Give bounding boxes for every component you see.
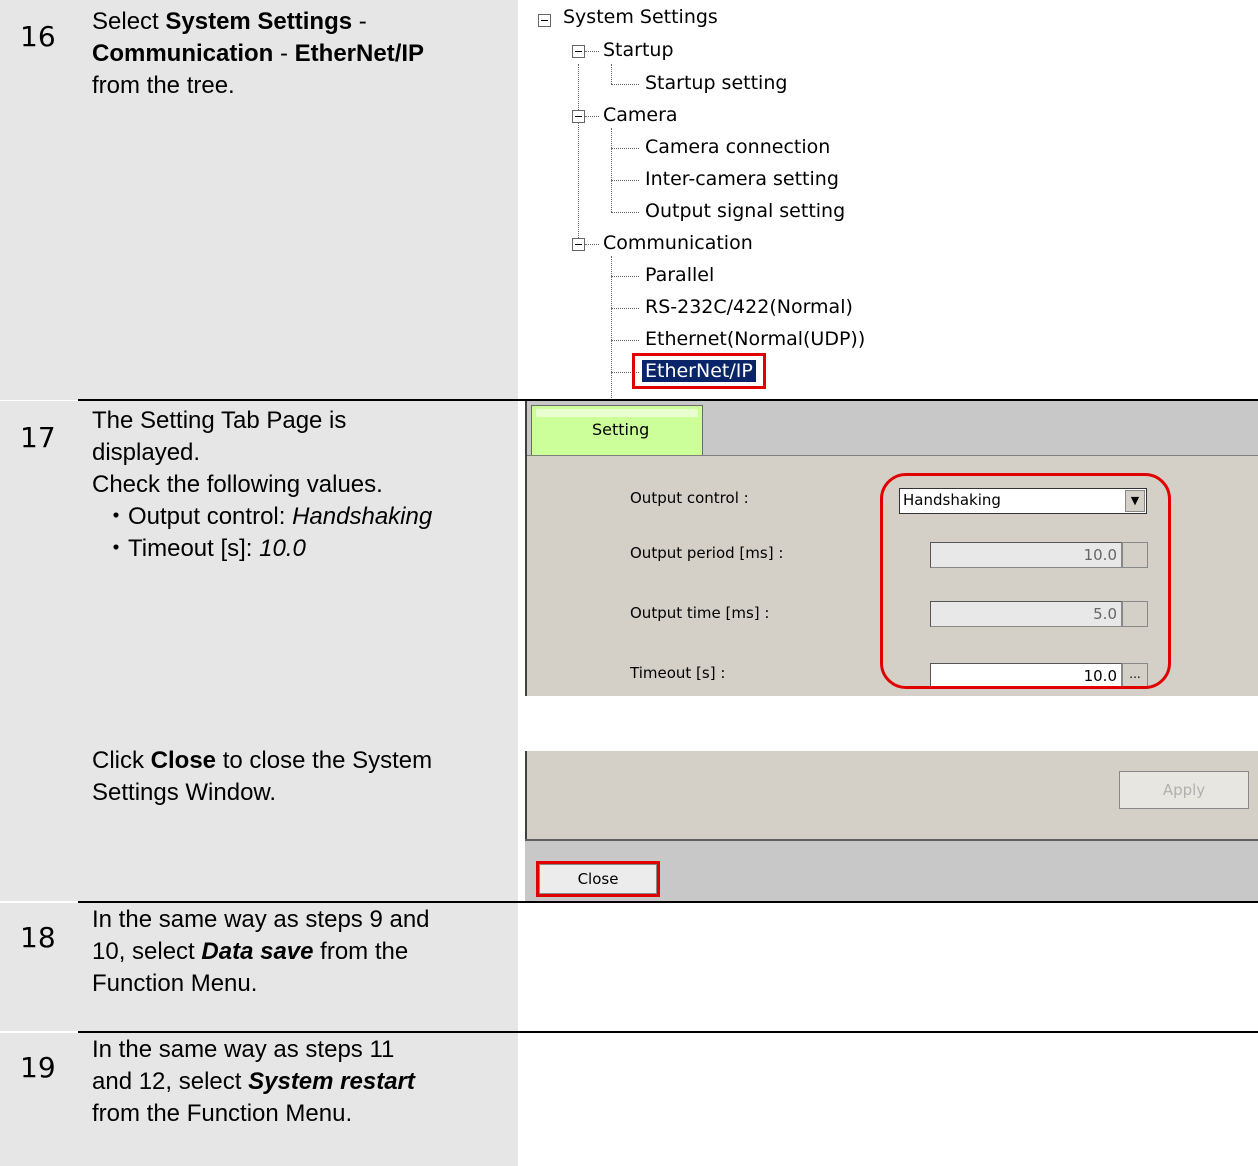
description-line: 10, select Data save from the <box>92 938 409 965</box>
highlight-frame <box>880 473 1171 689</box>
description-line: Communication - EtherNet/IP <box>92 40 425 67</box>
step-number: 18 <box>20 921 56 954</box>
description-line: The Setting Tab Page is <box>92 407 347 434</box>
setting-window: Setting Output control : Handshaking ▼ O… <box>525 401 1258 696</box>
step-19-row: 19 In the same way as steps 11 and 12, se… <box>0 1033 1258 1166</box>
tree-item-inter-camera[interactable]: Inter-camera setting <box>645 168 839 190</box>
description-line: Settings Window. <box>92 779 277 806</box>
tree-item-startup-setting[interactable]: Startup setting <box>645 72 787 94</box>
step-17-row: 17 The Setting Tab Page is displayed. Chec… <box>0 401 1258 901</box>
description-line: Select System Settings - <box>92 8 367 35</box>
collapse-icon[interactable] <box>538 14 551 27</box>
tree-item-parallel[interactable]: Parallel <box>645 264 714 286</box>
tree-item-camera[interactable]: Camera <box>603 104 678 126</box>
step-description: Select System Settings - Communication - … <box>92 6 512 102</box>
collapse-icon[interactable] <box>572 238 585 251</box>
output-control-label: Output control : <box>630 489 749 507</box>
tree-item-camera-connection[interactable]: Camera connection <box>645 136 830 158</box>
description-line: displayed. <box>92 439 201 466</box>
tree-item-startup[interactable]: Startup <box>603 39 674 61</box>
output-time-label: Output time [ms] : <box>630 604 770 622</box>
step-number: 19 <box>20 1051 56 1084</box>
tree-item-rs232[interactable]: RS-232C/422(Normal) <box>645 296 853 318</box>
step-number: 17 <box>20 421 56 454</box>
description-line: from the tree. <box>92 72 235 99</box>
bottom-window: Apply Close <box>525 751 1258 901</box>
description-line: from the Function Menu. <box>92 1100 353 1127</box>
description-line: Function Menu. <box>92 970 258 997</box>
description-line: In the same way as steps 9 and <box>92 906 430 933</box>
apply-button[interactable]: Apply <box>1119 771 1249 809</box>
step-16-row: 16 Select System Settings - Communication… <box>0 0 1258 400</box>
settings-tree: System Settings Startup Startup setting … <box>535 0 1255 400</box>
collapse-icon[interactable] <box>572 110 585 123</box>
step-number: 16 <box>20 20 56 53</box>
step-18-row: 18 In the same way as steps 9 and 10, sel… <box>0 903 1258 1031</box>
description-line: Click Close to close the System <box>92 747 433 774</box>
tree-item-output-signal[interactable]: Output signal setting <box>645 200 845 222</box>
step-description-close: Click Close to close the System Settings … <box>92 745 512 809</box>
step-number-cell <box>0 401 78 901</box>
output-period-label: Output period [ms] : <box>630 544 784 562</box>
step-description: The Setting Tab Page is displayed. Check t… <box>92 405 512 565</box>
highlight-frame <box>536 861 660 897</box>
description-line: ・Timeout [s]: 10.0 <box>104 535 306 562</box>
timeout-label: Timeout [s] : <box>630 664 726 682</box>
highlight-frame <box>632 353 766 389</box>
tab-setting[interactable]: Setting <box>531 405 703 455</box>
tree-item-ethernet[interactable]: Ethernet(Normal(UDP)) <box>645 328 865 350</box>
step-description: In the same way as steps 9 and 10, select… <box>92 904 512 1000</box>
step-description: In the same way as steps 11 and 12, selec… <box>92 1034 512 1130</box>
step-number-cell <box>0 0 78 400</box>
collapse-icon[interactable] <box>572 45 585 58</box>
description-line: and 12, select System restart <box>92 1068 415 1095</box>
tree-item-communication[interactable]: Communication <box>603 232 753 254</box>
description-line: In the same way as steps 11 <box>92 1036 395 1063</box>
tree-item-system-settings[interactable]: System Settings <box>563 6 718 28</box>
description-line: Check the following values. <box>92 471 383 498</box>
description-line: ・Output control: Handshaking <box>104 503 433 530</box>
